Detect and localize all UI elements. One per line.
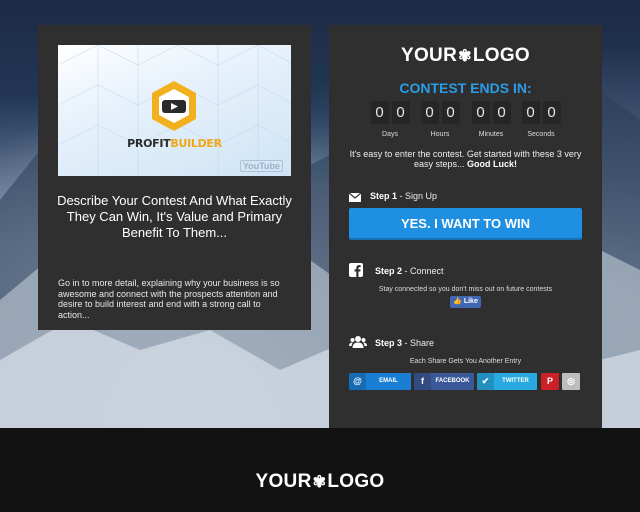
pinterest-icon: P	[546, 376, 553, 386]
facebook-icon: f	[414, 373, 431, 390]
share-buttons: @ EMAIL f FACEBOOK ✔ TWITTER P ◎	[349, 373, 582, 390]
contest-info-panel: PROFITBUILDER YouTube Describe Your Cont…	[38, 25, 311, 330]
countdown-digit: 0	[471, 101, 490, 124]
video-thumbnail-graphic	[58, 45, 291, 176]
facebook-like-button[interactable]: 👍 Like	[450, 296, 481, 308]
countdown-seconds: 0 0 Seconds	[520, 101, 562, 138]
instagram-icon: ◎	[567, 376, 575, 386]
footer: YOUR✾LOGO	[0, 428, 640, 512]
countdown-minutes: 0 0 Minutes	[470, 101, 512, 138]
countdown-digit: 0	[420, 101, 439, 124]
share-facebook-button[interactable]: f FACEBOOK	[414, 373, 474, 390]
countdown-label: Hours	[430, 131, 450, 138]
step-1-label: Step 1 - Sign Up	[370, 191, 438, 201]
contest-heading: Describe Your Contest And What Exactly T…	[57, 193, 292, 240]
countdown-digit: 0	[441, 101, 460, 124]
share-note: Each Share Gets You Another Entry	[409, 358, 522, 365]
enter-contest-button[interactable]: YES. I WANT TO WIN	[349, 208, 582, 240]
step-2-label: Step 2 - Connect	[375, 266, 444, 276]
countdown-digit: 0	[542, 101, 561, 124]
countdown-days: 0 0 Days	[369, 101, 411, 138]
contest-ends-label: CONTEST ENDS IN:	[399, 80, 532, 96]
countdown-digit: 0	[391, 101, 410, 124]
share-twitter-button[interactable]: ✔ TWITTER	[477, 373, 537, 390]
envelope-icon	[348, 189, 362, 207]
countdown-digit: 0	[370, 101, 389, 124]
countdown-hours: 0 0 Hours	[419, 101, 461, 138]
at-sign-icon: @	[349, 373, 366, 390]
facebook-icon	[349, 263, 363, 282]
brand-name: PROFITBUILDER	[127, 137, 222, 150]
profit-builder-logo-icon	[152, 81, 196, 131]
countdown-label: Minutes	[478, 131, 504, 138]
countdown-digit: 0	[521, 101, 540, 124]
share-pinterest-button[interactable]: P	[541, 373, 559, 390]
maple-leaf-icon: ✾	[458, 48, 472, 65]
countdown-label: Seconds	[527, 131, 555, 138]
countdown-label: Days	[382, 131, 398, 138]
contest-intro: It's easy to enter the contest. Get star…	[349, 149, 582, 169]
group-users-icon	[349, 335, 367, 354]
connect-note: Stay connected so you don't miss out on …	[378, 286, 553, 293]
contest-description: Go in to more detail, explaining why you…	[58, 278, 280, 320]
maple-leaf-icon: ✾	[312, 474, 327, 491]
footer-logo[interactable]: YOUR✾LOGO	[0, 471, 640, 493]
youtube-watermark: YouTube	[239, 160, 283, 172]
share-instagram-button[interactable]: ◎	[562, 373, 580, 390]
thumbs-up-icon: 👍	[453, 298, 462, 305]
countdown-timer: 0 0 Days 0 0 Hours 0 0 Minutes 0 0 Secon…	[369, 101, 562, 141]
promo-video[interactable]: PROFITBUILDER YouTube	[58, 45, 291, 176]
header-logo[interactable]: YOUR✾LOGO	[329, 45, 602, 67]
contest-entry-panel: YOUR✾LOGO CONTEST ENDS IN: 0 0 Days 0 0 …	[329, 25, 602, 428]
countdown-digit: 0	[492, 101, 511, 124]
twitter-bird-icon: ✔	[477, 373, 494, 390]
share-email-button[interactable]: @ EMAIL	[349, 373, 411, 390]
step-3-label: Step 3 - Share	[375, 338, 435, 348]
